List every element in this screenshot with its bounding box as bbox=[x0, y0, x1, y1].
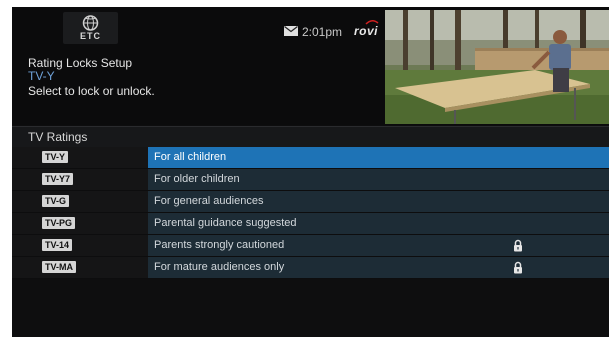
rating-badge: TV-Y7 bbox=[42, 173, 74, 185]
rating-code-cell: TV-14 bbox=[12, 235, 148, 256]
ratings-section-header: TV Ratings bbox=[12, 126, 609, 147]
rating-row-tv-y[interactable]: TV-Y For all children bbox=[12, 147, 609, 168]
page-title: Rating Locks Setup bbox=[28, 56, 133, 70]
rating-description: Parental guidance suggested bbox=[154, 217, 297, 229]
rating-badge: TV-Y bbox=[42, 151, 69, 163]
rating-badge: TV-14 bbox=[42, 239, 73, 251]
padlock-icon bbox=[514, 261, 522, 274]
rating-row-tv-g[interactable]: TV-G For general audiences bbox=[12, 191, 609, 212]
rating-code-cell: TV-Y7 bbox=[12, 169, 148, 190]
instruction-text: Select to lock or unlock. bbox=[28, 84, 155, 98]
rating-row-tv-y7[interactable]: TV-Y7 For older children bbox=[12, 169, 609, 190]
rating-code-cell: TV-Y bbox=[12, 147, 148, 168]
rating-description: For older children bbox=[154, 173, 240, 185]
rating-row-tv-pg[interactable]: TV-PG Parental guidance suggested bbox=[12, 213, 609, 234]
selected-rating-label: TV-Y bbox=[28, 69, 55, 83]
rating-description: Parents strongly cautioned bbox=[154, 239, 285, 251]
rating-code-cell: TV-PG bbox=[12, 213, 148, 234]
rating-description: For all children bbox=[154, 151, 227, 163]
section-title: TV Ratings bbox=[28, 130, 88, 144]
rating-description: For general audiences bbox=[154, 195, 264, 207]
rating-description: For mature audiences only bbox=[154, 261, 285, 273]
video-thumbnail bbox=[385, 10, 609, 124]
logo-text: ETC bbox=[80, 31, 101, 41]
padlock-icon bbox=[514, 239, 522, 252]
rating-row-tv-ma[interactable]: TV-MA For mature audiences only bbox=[12, 257, 609, 278]
empty-footer-area bbox=[12, 279, 609, 337]
rating-badge: TV-PG bbox=[42, 217, 76, 229]
provider-logo: ETC bbox=[63, 12, 118, 44]
rating-code-cell: TV-MA bbox=[12, 257, 148, 278]
brand-logo: rovi bbox=[354, 24, 379, 38]
header: ETC 2:01pm rovi Rating Locks Setup TV-Y … bbox=[12, 7, 609, 125]
rating-badge: TV-MA bbox=[42, 261, 76, 273]
envelope-icon bbox=[284, 26, 298, 36]
tv-screen: ETC 2:01pm rovi Rating Locks Setup TV-Y … bbox=[12, 7, 609, 337]
rating-row-tv-14[interactable]: TV-14 Parents strongly cautioned bbox=[12, 235, 609, 256]
video-preview bbox=[385, 10, 609, 124]
rating-badge: TV-G bbox=[42, 195, 70, 207]
clock-time: 2:01pm bbox=[302, 25, 343, 39]
rating-code-cell: TV-G bbox=[12, 191, 148, 212]
